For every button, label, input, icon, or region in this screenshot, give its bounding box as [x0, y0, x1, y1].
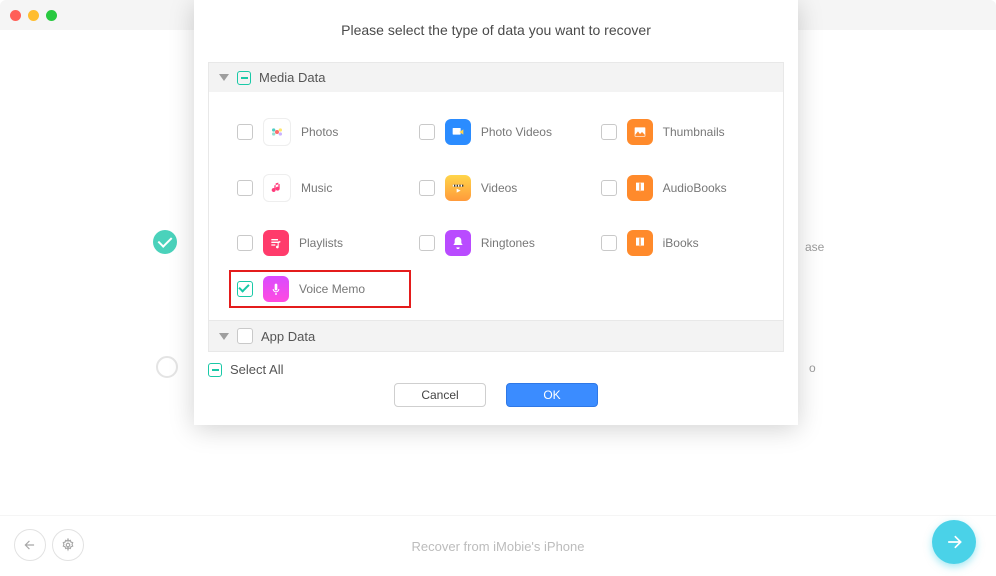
tristate-checkbox-media[interactable] — [237, 71, 251, 85]
bg-text-fragment: o — [809, 361, 816, 375]
photo-videos-icon — [445, 119, 471, 145]
item-thumbnails[interactable]: Thumbnails — [601, 104, 783, 160]
checkbox-videos[interactable] — [419, 180, 435, 196]
label-voice-memo: Voice Memo — [299, 282, 365, 296]
checkbox-voice-memo[interactable] — [237, 281, 253, 297]
ringtones-icon — [445, 230, 471, 256]
label-audiobooks: AudioBooks — [663, 181, 727, 195]
item-photos[interactable]: Photos — [237, 104, 419, 160]
label-videos: Videos — [481, 181, 517, 195]
next-button[interactable] — [932, 520, 976, 564]
item-ringtones[interactable]: Ringtones — [419, 216, 601, 270]
footer-bar: Recover from iMobie's iPhone — [0, 515, 996, 576]
checkbox-app-data[interactable] — [237, 328, 253, 344]
label-thumbnails: Thumbnails — [663, 125, 725, 139]
select-all-row[interactable]: Select All — [194, 352, 798, 377]
close-icon[interactable] — [10, 10, 21, 21]
settings-button[interactable] — [52, 529, 84, 561]
audiobooks-icon — [627, 175, 653, 201]
checkbox-music[interactable] — [237, 180, 253, 196]
cancel-button[interactable]: Cancel — [394, 383, 486, 407]
checkbox-playlists[interactable] — [237, 235, 253, 251]
checkbox-thumbnails[interactable] — [601, 124, 617, 140]
ibooks-icon — [627, 230, 653, 256]
minimize-icon[interactable] — [28, 10, 39, 21]
music-icon — [263, 174, 291, 202]
chevron-down-icon — [219, 333, 229, 340]
select-all-label: Select All — [230, 362, 283, 377]
item-music[interactable]: Music — [237, 160, 419, 216]
label-ringtones: Ringtones — [481, 236, 535, 250]
item-videos[interactable]: Videos — [419, 160, 601, 216]
checkbox-ringtones[interactable] — [419, 235, 435, 251]
label-photo-videos: Photo Videos — [481, 125, 552, 139]
dialog-buttons: Cancel OK — [194, 383, 798, 407]
item-photo-videos[interactable]: Photo Videos — [419, 104, 601, 160]
media-items-grid: Photos Photo Videos Thumbnails — [209, 92, 783, 320]
chevron-down-icon — [219, 74, 229, 81]
back-button[interactable] — [14, 529, 46, 561]
tristate-checkbox-all[interactable] — [208, 363, 222, 377]
label-playlists: Playlists — [299, 236, 343, 250]
checkbox-photo-videos[interactable] — [419, 124, 435, 140]
section-media-label: Media Data — [259, 70, 325, 85]
item-audiobooks[interactable]: AudioBooks — [601, 160, 783, 216]
step-pending-icon — [156, 356, 178, 378]
data-type-dialog: Please select the type of data you want … — [194, 0, 798, 425]
playlists-icon — [263, 230, 289, 256]
label-photos: Photos — [301, 125, 338, 139]
item-ibooks[interactable]: iBooks — [601, 216, 783, 270]
videos-icon — [445, 175, 471, 201]
item-playlists[interactable]: Playlists — [237, 216, 419, 270]
step-complete-icon — [153, 230, 177, 254]
checkbox-ibooks[interactable] — [601, 235, 617, 251]
ok-button[interactable]: OK — [506, 383, 598, 407]
checkbox-audiobooks[interactable] — [601, 180, 617, 196]
footer-caption: Recover from iMobie's iPhone — [412, 539, 585, 554]
label-ibooks: iBooks — [663, 236, 699, 250]
photos-icon — [263, 118, 291, 146]
section-app-header[interactable]: App Data — [209, 320, 783, 351]
section-app-label: App Data — [261, 329, 315, 344]
checkbox-photos[interactable] — [237, 124, 253, 140]
maximize-icon[interactable] — [46, 10, 57, 21]
voice-memo-icon — [263, 276, 289, 302]
label-music: Music — [301, 181, 332, 195]
item-voice-memo[interactable]: Voice Memo — [229, 270, 411, 308]
bg-text-fragment: ase — [805, 240, 824, 254]
dialog-title: Please select the type of data you want … — [194, 22, 798, 38]
thumbnails-icon — [627, 119, 653, 145]
section-container: Media Data Photos Photo Videos — [208, 62, 784, 352]
section-media-header[interactable]: Media Data — [209, 63, 783, 92]
